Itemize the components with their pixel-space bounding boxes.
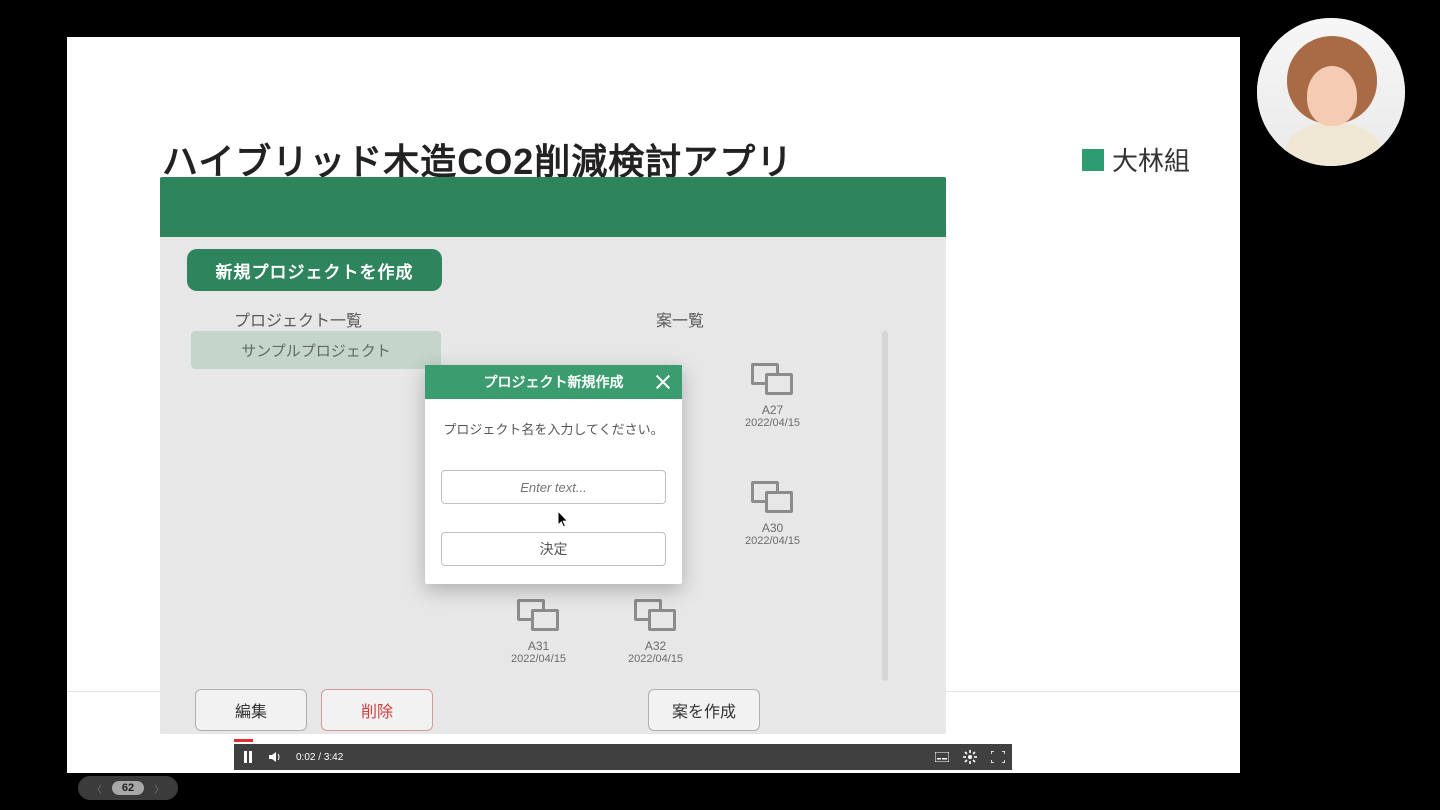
copy-icon	[751, 481, 795, 513]
delete-button[interactable]: 削除	[321, 689, 433, 731]
case-item[interactable]: A32 2022/04/15	[628, 599, 683, 665]
fullscreen-icon[interactable]	[986, 745, 1010, 769]
copy-icon	[634, 599, 678, 631]
new-project-modal: プロジェクト新規作成 プロジェクト名を入力してください。 決定	[425, 365, 682, 584]
case-item[interactable]: A27 2022/04/15	[745, 363, 800, 429]
modal-title: プロジェクト新規作成	[425, 365, 682, 399]
app-header	[160, 177, 946, 237]
close-icon[interactable]	[652, 371, 674, 393]
logo-square-icon	[1082, 149, 1104, 171]
copy-icon	[517, 599, 561, 631]
project-list-heading: プロジェクト一覧	[234, 307, 362, 331]
app-preview: 新規プロジェクトを作成 プロジェクト一覧 案一覧 サンプルプロジェクト A27 …	[160, 177, 946, 734]
modal-message: プロジェクト名を入力してください。	[441, 419, 666, 438]
company-name: 大林組	[1112, 141, 1190, 178]
slide-content: ハイブリッド木造CO2削減検討アプリ 大林組 新規プロジェクトを作成 プロジェク…	[67, 115, 1240, 692]
case-list-heading: 案一覧	[656, 307, 704, 331]
copy-icon	[751, 363, 795, 395]
sample-project-item[interactable]: サンプルプロジェクト	[191, 331, 441, 369]
create-case-button[interactable]: 案を作成	[648, 689, 760, 731]
video-controls: 0:02 / 3:42	[234, 744, 1012, 770]
edit-button[interactable]: 編集	[195, 689, 307, 731]
pause-icon[interactable]	[236, 745, 260, 769]
case-name: A32	[628, 639, 683, 653]
case-item[interactable]: A31 2022/04/15	[511, 599, 566, 665]
presenter-camera	[1257, 18, 1405, 166]
video-current-time: 0:02	[296, 752, 315, 763]
video-time: 0:02 / 3:42	[296, 752, 343, 763]
video-duration: 3:42	[324, 752, 343, 763]
stage: ハイブリッド木造CO2削減検討アプリ 大林組 新規プロジェクトを作成 プロジェク…	[0, 0, 1440, 810]
app-body: 新規プロジェクトを作成 プロジェクト一覧 案一覧 サンプルプロジェクト A27 …	[160, 237, 946, 734]
next-slide-button[interactable]: 〉	[154, 781, 164, 796]
case-name: A30	[745, 521, 800, 535]
case-item[interactable]: A30 2022/04/15	[745, 481, 800, 547]
company-logo: 大林組	[1082, 141, 1190, 178]
case-date: 2022/04/15	[628, 653, 683, 665]
prev-slide-button[interactable]: 〈	[92, 781, 102, 796]
case-name: A27	[745, 403, 800, 417]
settings-icon[interactable]	[958, 745, 982, 769]
case-date: 2022/04/15	[745, 417, 800, 429]
volume-icon[interactable]	[264, 745, 288, 769]
confirm-button[interactable]: 決定	[441, 532, 666, 566]
case-name: A31	[511, 639, 566, 653]
slide-canvas: ハイブリッド木造CO2削減検討アプリ 大林組 新規プロジェクトを作成 プロジェク…	[67, 37, 1240, 773]
case-list-scrollbar[interactable]	[882, 331, 888, 681]
slide-number: 62	[112, 781, 144, 795]
modal-title-text: プロジェクト新規作成	[484, 372, 624, 392]
captions-icon[interactable]	[930, 745, 954, 769]
case-date: 2022/04/15	[745, 535, 800, 547]
slide-pager: 〈 62 〉	[78, 776, 178, 800]
case-date: 2022/04/15	[511, 653, 566, 665]
video-progress-bar[interactable]	[234, 739, 1012, 742]
new-project-button[interactable]: 新規プロジェクトを作成	[187, 249, 442, 291]
project-name-input[interactable]	[441, 470, 666, 504]
